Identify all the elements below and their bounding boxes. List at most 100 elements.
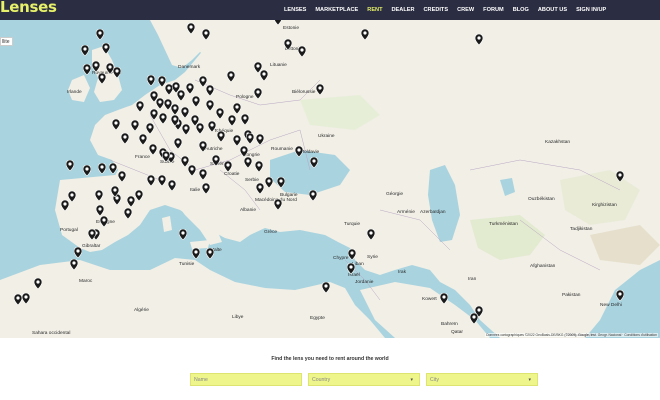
map-pin-icon[interactable] bbox=[162, 151, 170, 162]
map-pin-icon[interactable] bbox=[156, 98, 164, 109]
map-pin-icon[interactable] bbox=[70, 259, 78, 270]
map-pin-icon[interactable] bbox=[171, 104, 179, 115]
map-pin-icon[interactable] bbox=[83, 64, 91, 75]
map-pin-icon[interactable] bbox=[322, 282, 330, 293]
map-pin-icon[interactable] bbox=[149, 144, 157, 155]
map-pin-icon[interactable] bbox=[174, 138, 182, 149]
map-pin-icon[interactable] bbox=[171, 115, 179, 126]
map-pin-icon[interactable] bbox=[192, 248, 200, 259]
map-pin-icon[interactable] bbox=[68, 191, 76, 202]
map-pin-icon[interactable] bbox=[256, 183, 264, 194]
map-pin-icon[interactable] bbox=[98, 163, 106, 174]
map-pin-icon[interactable] bbox=[159, 113, 167, 124]
map-pin-icon[interactable] bbox=[241, 114, 249, 125]
map-pin-icon[interactable] bbox=[187, 23, 195, 34]
map-pin-icon[interactable] bbox=[83, 165, 91, 176]
map-pin-icon[interactable] bbox=[616, 290, 624, 301]
nav-link-forum[interactable]: FORUM bbox=[483, 7, 504, 13]
map-pin-icon[interactable] bbox=[202, 183, 210, 194]
map-pin-icon[interactable] bbox=[81, 45, 89, 56]
map-pin-icon[interactable] bbox=[616, 171, 624, 182]
map-pin-icon[interactable] bbox=[256, 134, 264, 145]
site-logo[interactable]: Lenses bbox=[0, 0, 57, 16]
map-pin-icon[interactable] bbox=[310, 157, 318, 168]
map-pin-icon[interactable] bbox=[244, 157, 252, 168]
map-pin-icon[interactable] bbox=[199, 141, 207, 152]
map-pin-icon[interactable] bbox=[208, 121, 216, 132]
map-pin-icon[interactable] bbox=[100, 216, 108, 227]
map-pin-icon[interactable] bbox=[475, 34, 483, 45]
map-pin-icon[interactable] bbox=[206, 100, 214, 111]
nav-link-lenses[interactable]: LENSES bbox=[284, 7, 306, 13]
map-pin-icon[interactable] bbox=[224, 161, 232, 172]
map-pin-icon[interactable] bbox=[136, 101, 144, 112]
nav-link-rent[interactable]: RENT bbox=[367, 7, 382, 13]
map-pin-icon[interactable] bbox=[96, 29, 104, 40]
map-pin-icon[interactable] bbox=[265, 177, 273, 188]
nav-link-blog[interactable]: BLOG bbox=[513, 7, 529, 13]
map-pin-icon[interactable] bbox=[150, 109, 158, 120]
map-pin-icon[interactable] bbox=[277, 177, 285, 188]
map-attribution[interactable]: Données cartographiques ©2022 GeoBasis-D… bbox=[485, 333, 658, 337]
nav-link-about-us[interactable]: ABOUT US bbox=[538, 7, 567, 13]
map-pin-icon[interactable] bbox=[255, 161, 263, 172]
map-pin-icon[interactable] bbox=[206, 248, 214, 259]
map-pin-icon[interactable] bbox=[216, 108, 224, 119]
map-pin-icon[interactable] bbox=[95, 190, 103, 201]
map-pin-icon[interactable] bbox=[274, 199, 282, 210]
map-pin-icon[interactable] bbox=[109, 163, 117, 174]
map-pin-icon[interactable] bbox=[192, 96, 200, 107]
map-pin-icon[interactable] bbox=[102, 43, 110, 54]
map-pin-icon[interactable] bbox=[96, 205, 104, 216]
map-pin-icon[interactable] bbox=[66, 160, 74, 171]
name-field[interactable]: Name bbox=[190, 373, 302, 386]
map-pin-icon[interactable] bbox=[118, 171, 126, 182]
map-pin-icon[interactable] bbox=[179, 229, 187, 240]
city-select[interactable]: City ▾ bbox=[426, 373, 538, 386]
map-pin-icon[interactable] bbox=[34, 278, 42, 289]
map-pin-icon[interactable] bbox=[139, 134, 147, 145]
map-pin-icon[interactable] bbox=[88, 229, 96, 240]
map-pin-icon[interactable] bbox=[111, 186, 119, 197]
map-pin-icon[interactable] bbox=[228, 115, 236, 126]
nav-link-dealer[interactable]: DEALER bbox=[392, 7, 415, 13]
map-pin-icon[interactable] bbox=[254, 88, 262, 99]
map-pin-icon[interactable] bbox=[212, 155, 220, 166]
map-pin-icon[interactable] bbox=[274, 20, 282, 25]
map-pin-icon[interactable] bbox=[182, 124, 190, 135]
map-pin-icon[interactable] bbox=[202, 29, 210, 40]
nav-link-marketplace[interactable]: MARKETPLACE bbox=[315, 7, 358, 13]
map-pin-icon[interactable] bbox=[14, 294, 22, 305]
map-pin-icon[interactable] bbox=[22, 293, 30, 304]
map-pin-icon[interactable] bbox=[121, 133, 129, 144]
map-pin-icon[interactable] bbox=[124, 208, 132, 219]
map-pin-icon[interactable] bbox=[147, 175, 155, 186]
map-pin-icon[interactable] bbox=[348, 249, 356, 260]
map-pin-icon[interactable] bbox=[199, 169, 207, 180]
map-pin-icon[interactable] bbox=[113, 67, 121, 78]
map-pin-icon[interactable] bbox=[112, 119, 120, 130]
map-pin-icon[interactable] bbox=[74, 247, 82, 258]
map-pin-icon[interactable] bbox=[347, 263, 355, 274]
map-pin-icon[interactable] bbox=[246, 133, 254, 144]
map-pin-icon[interactable] bbox=[295, 146, 303, 157]
map-pin-icon[interactable] bbox=[206, 85, 214, 96]
map-pin-icon[interactable] bbox=[240, 146, 248, 157]
map-pin-icon[interactable] bbox=[168, 180, 176, 191]
map-pin-icon[interactable] bbox=[284, 39, 292, 50]
map-pin-icon[interactable] bbox=[217, 131, 225, 142]
map-pin-icon[interactable] bbox=[260, 70, 268, 81]
map-pin-icon[interactable] bbox=[158, 175, 166, 186]
map-pin-icon[interactable] bbox=[298, 46, 306, 57]
map-pin-icon[interactable] bbox=[233, 103, 241, 114]
map-pin-icon[interactable] bbox=[135, 190, 143, 201]
map-pin-icon[interactable] bbox=[127, 196, 135, 207]
map-pin-icon[interactable] bbox=[440, 293, 448, 304]
map-pin-icon[interactable] bbox=[316, 84, 324, 95]
map-pin-icon[interactable] bbox=[188, 165, 196, 176]
map-view[interactable]: llite Irlande Royaume-Uni Danemark Letto… bbox=[0, 20, 660, 338]
map-pin-icon[interactable] bbox=[233, 135, 241, 146]
map-pin-icon[interactable] bbox=[191, 115, 199, 126]
map-pin-icon[interactable] bbox=[367, 229, 375, 240]
map-pin-icon[interactable] bbox=[98, 73, 106, 84]
